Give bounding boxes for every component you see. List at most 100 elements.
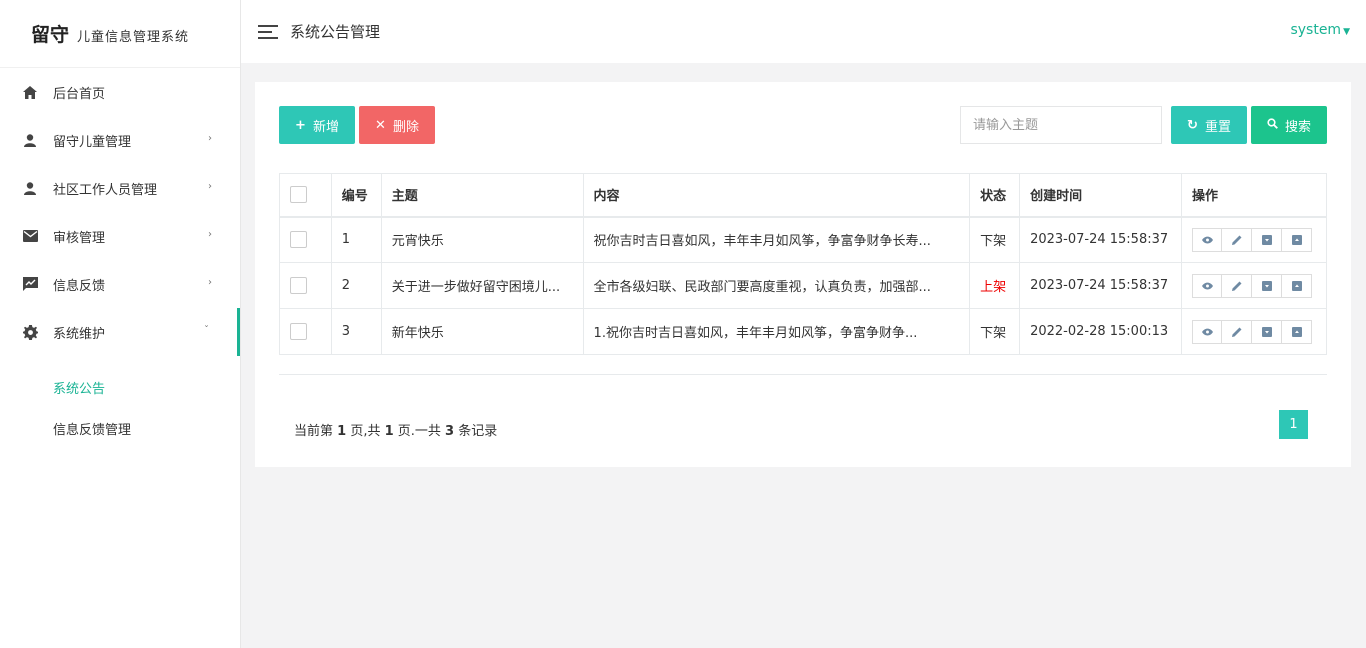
menu-toggle-icon[interactable] bbox=[258, 24, 278, 39]
row-checkbox[interactable] bbox=[290, 277, 307, 294]
col-header-status: 状态 bbox=[969, 173, 1021, 218]
cell-id: 2 bbox=[330, 262, 382, 309]
cell-actions bbox=[1181, 262, 1327, 309]
sidebar-item-children[interactable]: 留守儿童管理 › bbox=[0, 116, 240, 164]
cell-actions bbox=[1181, 216, 1327, 263]
edit-button[interactable] bbox=[1222, 227, 1253, 252]
pencil-icon bbox=[1231, 235, 1242, 245]
cell-created: 2022-02-28 15:00:13 bbox=[1019, 308, 1183, 355]
refresh-icon: ↻ bbox=[1187, 117, 1198, 133]
sidebar-item-label: 社区工作人员管理 bbox=[53, 182, 158, 198]
eye-icon bbox=[1201, 282, 1213, 289]
table-row: 3 新年快乐 1.祝你吉时吉日喜如风，丰年丰月如风筝，争富争财争... 下架 2… bbox=[279, 308, 1327, 355]
view-button[interactable] bbox=[1192, 227, 1223, 252]
user-name: system bbox=[1290, 22, 1342, 38]
reset-button[interactable]: ↻ 重置 bbox=[1171, 106, 1247, 144]
sidebar-item-home[interactable]: 后台首页 bbox=[0, 68, 240, 116]
table-header-row: 编号 主题 内容 状态 创建时间 操作 bbox=[279, 173, 1327, 218]
table-row: 1 元宵快乐 祝你吉时吉日喜如风，丰年丰月如风筝，争富争财争长寿... 下架 2… bbox=[279, 216, 1327, 263]
sidebar-item-label: 审核管理 bbox=[53, 230, 106, 246]
submenu-item-feedback-management[interactable]: 信息反馈管理 bbox=[0, 408, 240, 449]
logo-sub: 儿童信息管理系统 bbox=[77, 30, 190, 45]
envelope-icon bbox=[22, 228, 38, 244]
search-input[interactable] bbox=[960, 106, 1162, 144]
publish-button[interactable] bbox=[1282, 319, 1313, 344]
archive-button[interactable] bbox=[1252, 227, 1283, 252]
cell-content: 全市各级妇联、民政部门要高度重视，认真负责，加强部... bbox=[582, 262, 971, 309]
cell-content: 祝你吉时吉日喜如风，丰年丰月如风筝，争富争财争长寿... bbox=[582, 216, 971, 263]
pager-current: 1 bbox=[337, 424, 347, 439]
eye-icon bbox=[1201, 236, 1213, 244]
reset-button-label: 重置 bbox=[1204, 119, 1231, 135]
pencil-icon bbox=[1231, 281, 1242, 291]
user-icon bbox=[22, 180, 38, 196]
search-button[interactable]: 搜索 bbox=[1251, 106, 1327, 144]
sidebar-item-staff[interactable]: 社区工作人员管理 › bbox=[0, 164, 240, 212]
archive-down-icon bbox=[1261, 326, 1272, 337]
add-button-label: 新增 bbox=[312, 119, 339, 135]
user-menu[interactable]: system ▼ bbox=[1290, 22, 1350, 38]
view-button[interactable] bbox=[1192, 319, 1223, 344]
divider bbox=[279, 374, 1327, 375]
sidebar-item-label: 系统维护 bbox=[53, 326, 106, 342]
edit-button[interactable] bbox=[1222, 273, 1253, 298]
col-header-subject: 主题 bbox=[380, 173, 584, 218]
cell-id: 1 bbox=[330, 216, 382, 263]
chevron-right-icon: › bbox=[208, 181, 212, 192]
feedback-icon bbox=[22, 276, 38, 292]
cell-created: 2023-07-24 15:58:37 bbox=[1019, 216, 1183, 263]
col-header-content: 内容 bbox=[582, 173, 971, 218]
logo-main: 留守 bbox=[31, 24, 70, 46]
col-header-id: 编号 bbox=[330, 173, 382, 218]
row-select-cell bbox=[279, 308, 332, 355]
caret-down-icon: ▼ bbox=[1343, 27, 1350, 37]
pager-total-pages: 1 bbox=[384, 424, 394, 439]
cell-created: 2023-07-24 15:58:37 bbox=[1019, 262, 1183, 309]
page-button-1[interactable]: 1 bbox=[1279, 410, 1308, 439]
cell-subject: 新年快乐 bbox=[380, 308, 584, 355]
col-header-actions: 操作 bbox=[1181, 173, 1327, 218]
sidebar-item-feedback[interactable]: 信息反馈 › bbox=[0, 260, 240, 308]
archive-up-icon bbox=[1291, 326, 1302, 337]
sidebar-item-review[interactable]: 审核管理 › bbox=[0, 212, 240, 260]
row-select-cell bbox=[279, 262, 332, 309]
add-button[interactable]: + 新增 bbox=[279, 106, 355, 144]
cell-subject: 元宵快乐 bbox=[380, 216, 584, 263]
eye-icon bbox=[1201, 328, 1213, 335]
publish-button[interactable] bbox=[1282, 273, 1313, 298]
row-checkbox[interactable] bbox=[290, 323, 307, 340]
submenu-item-announcements[interactable]: 系统公告 bbox=[0, 367, 240, 408]
cell-status: 下架 bbox=[969, 308, 1021, 355]
archive-up-icon bbox=[1291, 280, 1302, 291]
row-select-cell bbox=[279, 216, 332, 263]
select-all-checkbox[interactable] bbox=[290, 186, 307, 204]
delete-button[interactable]: ✕ 删除 bbox=[359, 106, 435, 144]
col-header-created: 创建时间 bbox=[1019, 173, 1183, 218]
page-title: 系统公告管理 bbox=[290, 23, 381, 41]
archive-button[interactable] bbox=[1252, 273, 1283, 298]
cell-id: 3 bbox=[330, 308, 382, 355]
cell-status: 下架 bbox=[969, 216, 1021, 263]
pencil-icon bbox=[1231, 327, 1242, 337]
sidebar-submenu: 系统公告 信息反馈管理 bbox=[0, 356, 240, 449]
pager-total-records: 3 bbox=[445, 424, 455, 439]
sidebar-item-system[interactable]: 系统维护 ˇ bbox=[0, 308, 240, 356]
chevron-right-icon: › bbox=[208, 277, 212, 288]
archive-button[interactable] bbox=[1252, 319, 1283, 344]
pager-text: 页,共 bbox=[346, 424, 385, 439]
announcements-table: 编号 主题 内容 状态 创建时间 操作 1 元宵快乐 祝你吉时吉日喜如风，丰年丰… bbox=[279, 173, 1327, 355]
gear-icon bbox=[22, 324, 38, 340]
search-icon bbox=[1267, 117, 1278, 133]
row-checkbox[interactable] bbox=[290, 231, 307, 249]
chevron-right-icon: › bbox=[208, 229, 212, 240]
edit-button[interactable] bbox=[1222, 319, 1253, 344]
archive-down-icon bbox=[1261, 280, 1272, 291]
view-button[interactable] bbox=[1192, 273, 1223, 298]
publish-button[interactable] bbox=[1282, 227, 1313, 252]
close-icon: ✕ bbox=[375, 117, 386, 133]
search-button-label: 搜索 bbox=[1284, 119, 1311, 135]
pager-text: 条记录 bbox=[454, 424, 498, 439]
archive-up-icon bbox=[1291, 234, 1302, 245]
sidebar-item-label: 后台首页 bbox=[53, 86, 106, 102]
delete-button-label: 删除 bbox=[392, 119, 419, 135]
